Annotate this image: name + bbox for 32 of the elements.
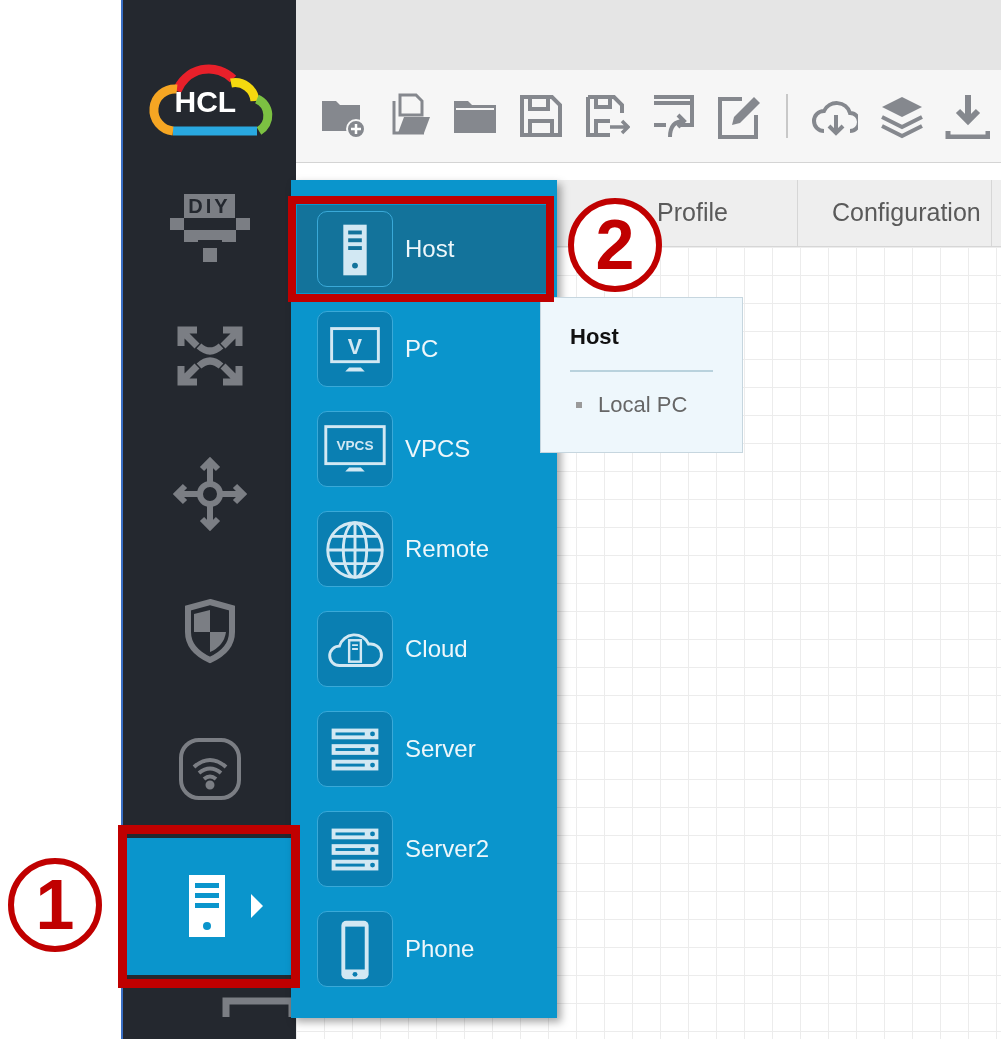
menu-item-label: Server xyxy=(405,734,476,764)
server-icon xyxy=(317,811,393,887)
move-icon xyxy=(172,456,247,531)
phone-icon xyxy=(317,911,393,987)
menu-item-label: Cloud xyxy=(405,634,468,664)
save-icon[interactable] xyxy=(518,93,564,139)
menu-item-label: PC xyxy=(405,334,439,364)
sidebar-item[interactable]: DIY xyxy=(123,169,296,288)
pixel-pattern-icon xyxy=(169,218,250,263)
globe-icon xyxy=(317,511,393,587)
wifi-icon xyxy=(177,736,242,801)
tower-icon xyxy=(186,873,227,940)
tooltip-title: Host xyxy=(570,323,620,351)
tower-icon xyxy=(317,211,393,287)
bullet-icon xyxy=(576,401,582,408)
logo-text: HCL xyxy=(174,86,237,117)
download-icon[interactable] xyxy=(944,93,990,139)
monitor-icon: VPCS xyxy=(317,411,393,487)
cloud-icon xyxy=(317,611,393,687)
monitor-icon: V xyxy=(317,311,393,387)
export-icon[interactable] xyxy=(584,93,630,139)
menu-item[interactable]: Host xyxy=(297,205,548,293)
menu-item-label: Phone xyxy=(405,934,475,964)
menu-item-label: Host xyxy=(405,234,455,264)
tooltip-item: Local PC xyxy=(598,391,688,419)
server-icon xyxy=(317,711,393,787)
menu-item-label: Server2 xyxy=(405,834,490,864)
icon-label: DIY xyxy=(184,194,235,219)
caret-icon xyxy=(250,894,263,919)
menu-item-label: Remote xyxy=(405,534,490,564)
menu-item-label: VPCS xyxy=(405,434,471,464)
step-marker: 1 xyxy=(8,858,102,952)
